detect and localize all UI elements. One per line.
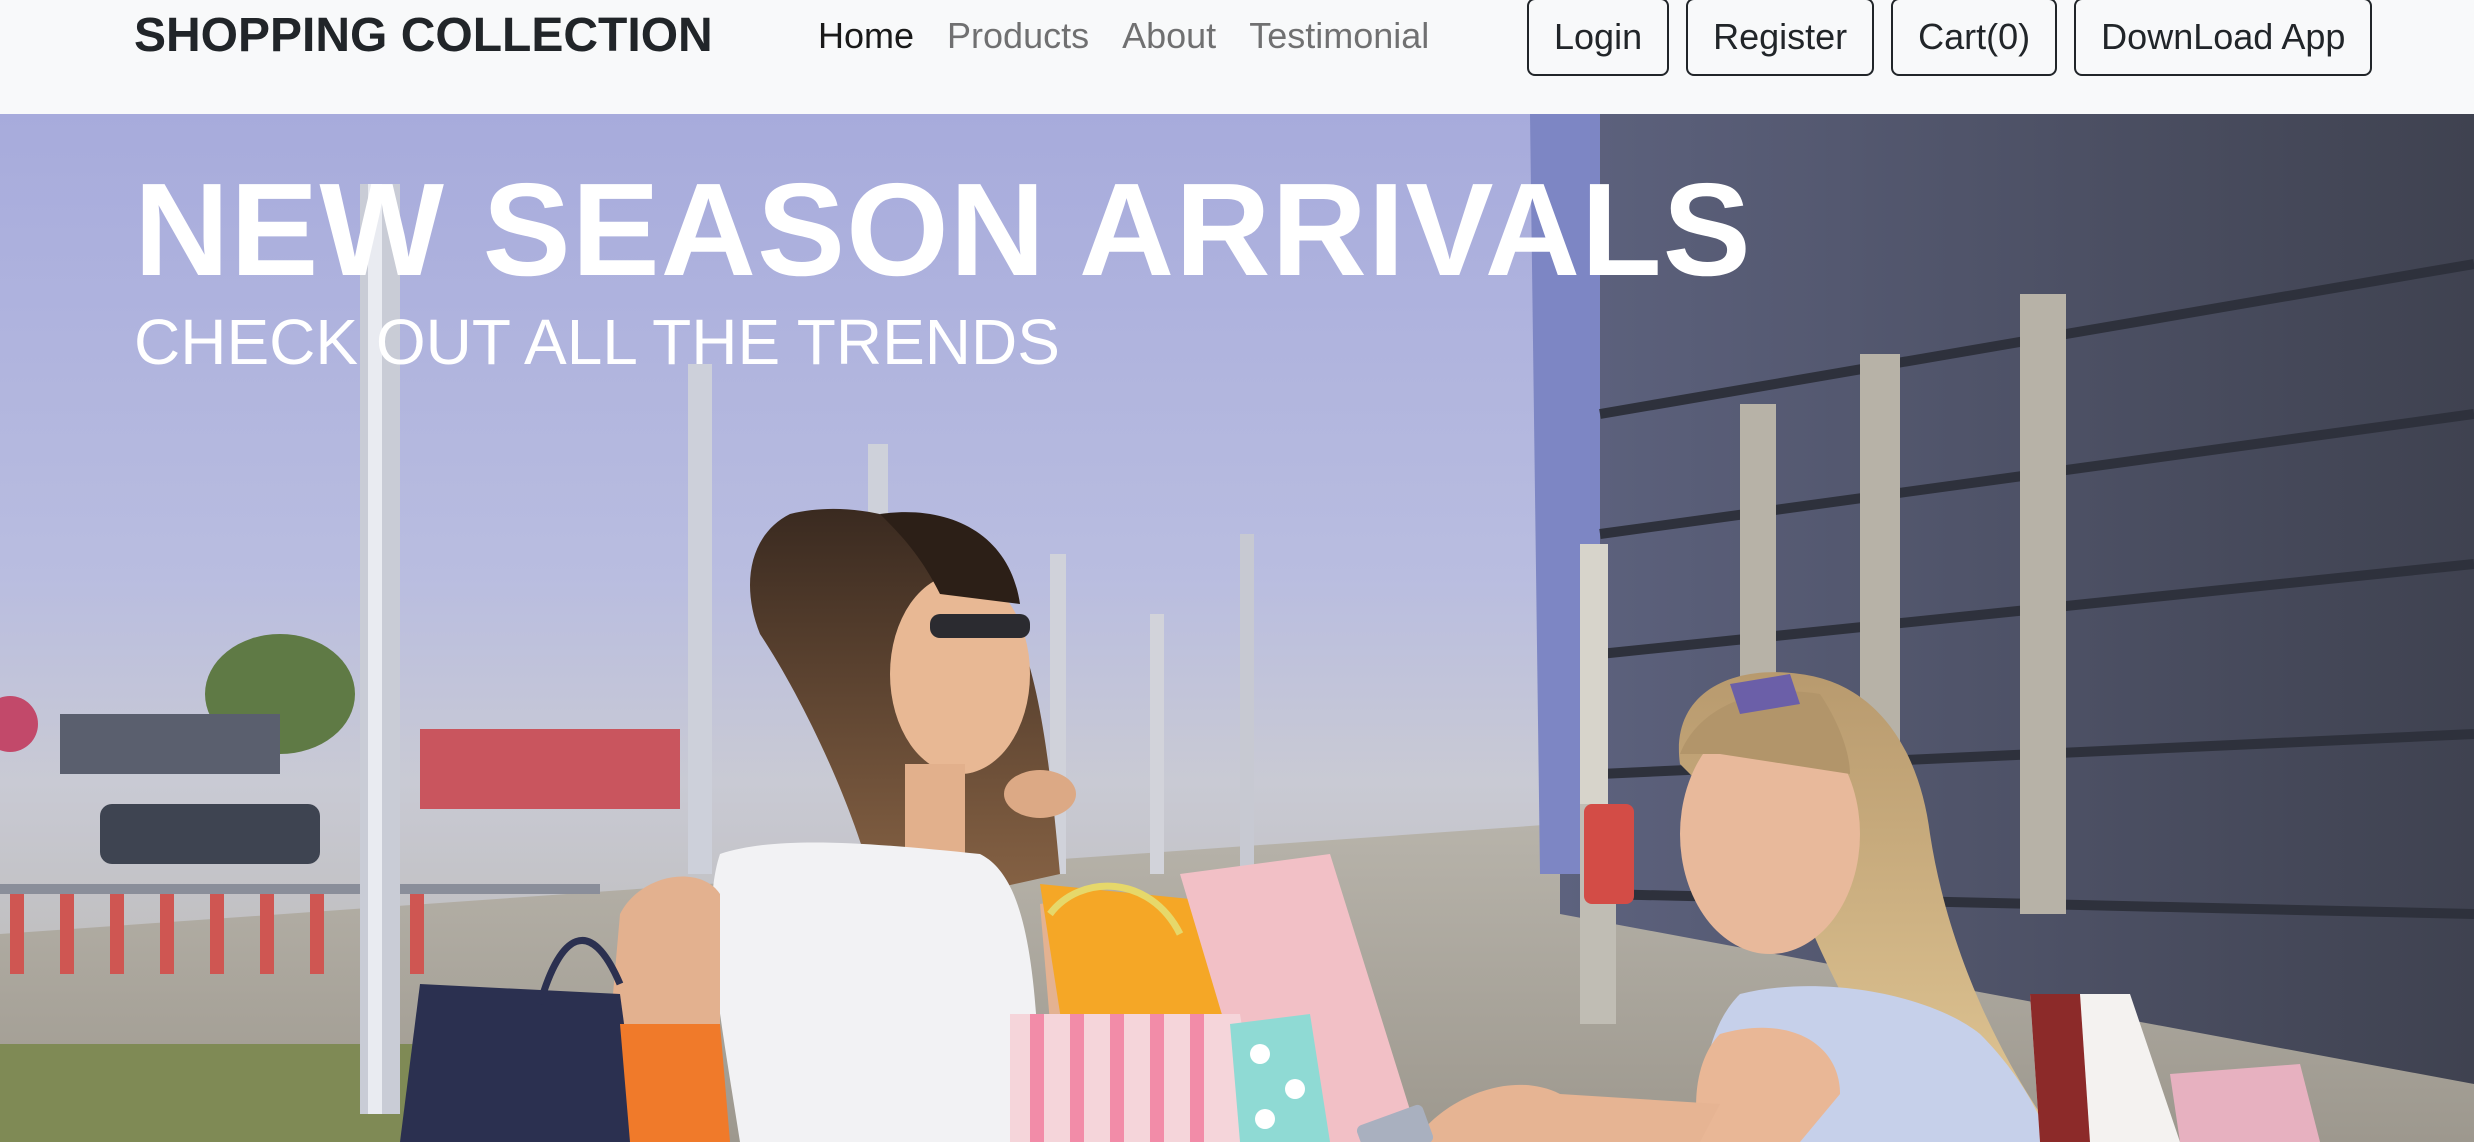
nav-link-about[interactable]: About: [1122, 12, 1216, 60]
nav-link-products[interactable]: Products: [947, 12, 1089, 60]
login-button[interactable]: Login: [1527, 0, 1670, 76]
brand-logo[interactable]: SHOPPING COLLECTION: [134, 8, 713, 64]
nav-link-testimonial[interactable]: Testimonial: [1249, 12, 1429, 60]
hero-subtitle: CHECK OUT ALL THE TRENDS: [134, 306, 1060, 378]
download-app-button[interactable]: DownLoad App: [2074, 0, 2373, 76]
nav-link-home[interactable]: Home: [818, 12, 914, 60]
hero-title: NEW SEASON ARRIVALS: [134, 156, 1752, 303]
cart-button[interactable]: Cart(0): [1891, 0, 2058, 76]
navbar: SHOPPING COLLECTION Home Products About …: [0, 0, 2474, 114]
nav-links: Home Products About Testimonial: [818, 12, 1429, 60]
register-button[interactable]: Register: [1686, 0, 1875, 76]
hero-banner: NEW SEASON ARRIVALS CHECK OUT ALL THE TR…: [0, 114, 2474, 1142]
nav-buttons: Login Register Cart(0) DownLoad App: [1527, 0, 2373, 76]
